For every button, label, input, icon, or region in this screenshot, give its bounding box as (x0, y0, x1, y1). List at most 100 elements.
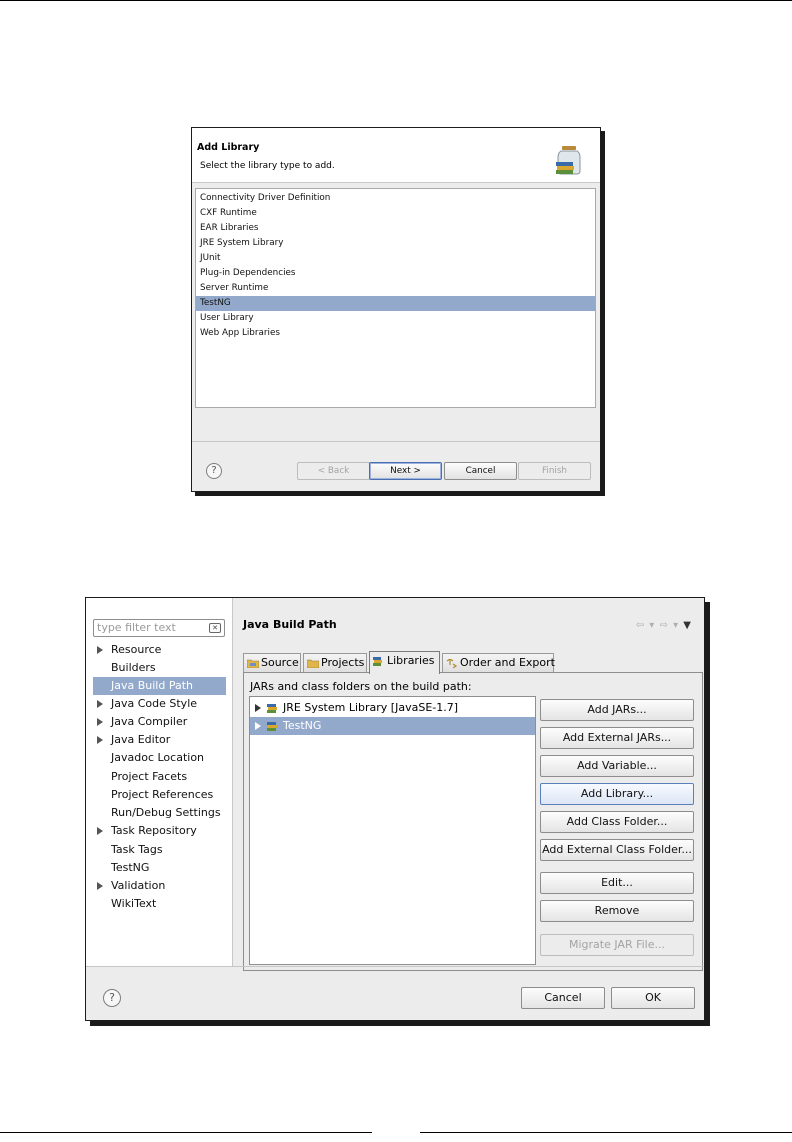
expand-arrow-icon[interactable] (97, 882, 103, 890)
forward-menu-icon[interactable]: ▾ (669, 620, 683, 631)
list-item[interactable]: User Library (196, 311, 595, 326)
list-item[interactable]: CXF Runtime (196, 206, 595, 221)
dialog-header: Add Library Select the library type to a… (192, 128, 600, 183)
filter-input[interactable]: type filter text ✕ (93, 619, 225, 637)
nav-item-label: Java Code Style (111, 697, 198, 710)
expand-arrow-icon[interactable] (255, 704, 261, 712)
nav-item-project-references[interactable]: Project References (93, 786, 226, 804)
tab-label: Order and Export (460, 656, 555, 669)
panel-label: JARs and class folders on the build path… (250, 680, 472, 693)
library-type-list[interactable]: Connectivity Driver Definition CXF Runti… (195, 188, 596, 408)
next-button[interactable]: Next > (369, 462, 442, 480)
nav-item-label: Builders (111, 661, 156, 674)
tab-order-and-export[interactable]: Order and Export (442, 653, 555, 673)
nav-item-builders[interactable]: Builders (93, 659, 226, 677)
build-path-libraries-tree[interactable]: JRE System Library [JavaSE-1.7] TestNG (249, 696, 536, 965)
nav-item-label: Task Tags (111, 843, 163, 856)
add-variable-button[interactable]: Add Variable... (540, 755, 694, 777)
nav-item-wikitext[interactable]: WikiText (93, 895, 226, 913)
libraries-icon (373, 657, 382, 666)
page-bottom-rule-left (0, 1132, 372, 1133)
tree-row-testng[interactable]: TestNG (250, 717, 535, 735)
nav-item-java-code-style[interactable]: Java Code Style (93, 695, 226, 713)
nav-item-resource[interactable]: Resource (93, 641, 226, 659)
clear-filter-icon[interactable]: ✕ (209, 623, 221, 633)
back-button[interactable]: < Back (297, 462, 370, 480)
add-library-dialog: Add Library Select the library type to a… (191, 127, 601, 492)
nav-item-label: Project References (111, 788, 214, 801)
cancel-button[interactable]: Cancel (521, 987, 605, 1009)
list-item[interactable]: Server Runtime (196, 281, 595, 296)
library-jar-icon (556, 146, 581, 175)
tab-projects[interactable]: Projects (303, 653, 367, 673)
help-icon[interactable]: ? (206, 463, 222, 479)
expand-arrow-icon[interactable] (97, 736, 103, 744)
list-item[interactable]: EAR Libraries (196, 221, 595, 236)
view-menu-icon[interactable]: ▼ (683, 620, 692, 631)
back-menu-icon[interactable]: ▾ (645, 620, 659, 631)
nav-item-label: Validation (111, 879, 166, 892)
nav-item-label: WikiText (111, 897, 157, 910)
nav-item-javadoc-location[interactable]: Javadoc Location (93, 749, 226, 767)
properties-dialog: type filter text ✕ Resource Builders Jav… (85, 597, 705, 1021)
list-item-selected[interactable]: TestNG (196, 296, 595, 311)
nav-item-label: TestNG (111, 861, 150, 874)
expand-arrow-icon[interactable] (97, 827, 103, 835)
nav-item-validation[interactable]: Validation (93, 877, 226, 895)
forward-arrow-icon[interactable]: ⇨ (660, 620, 669, 631)
nav-item-testng[interactable]: TestNG (93, 859, 226, 877)
remove-button[interactable]: Remove (540, 900, 694, 922)
order-export-icon (446, 659, 458, 668)
nav-item-label: Java Editor (111, 733, 171, 746)
expand-arrow-icon[interactable] (97, 646, 103, 654)
libraries-panel: JARs and class folders on the build path… (243, 672, 703, 971)
expand-arrow-icon[interactable] (97, 700, 103, 708)
edit-button[interactable]: Edit... (540, 872, 694, 894)
nav-item-label: Java Build Path (111, 679, 194, 692)
nav-item-run-debug-settings[interactable]: Run/Debug Settings (93, 804, 226, 822)
page-bottom-rule-right (420, 1132, 792, 1133)
list-item[interactable]: JUnit (196, 251, 595, 266)
projects-icon (307, 659, 319, 668)
tree-row-jre-system-library[interactable]: JRE System Library [JavaSE-1.7] (250, 699, 535, 717)
expand-arrow-icon[interactable] (255, 722, 261, 730)
nav-item-label: Java Compiler (111, 715, 188, 728)
list-item[interactable]: Plug-in Dependencies (196, 266, 595, 281)
nav-item-task-repository[interactable]: Task Repository (93, 822, 226, 840)
tree-row-label: TestNG (283, 719, 322, 732)
nav-item-task-tags[interactable]: Task Tags (93, 841, 226, 859)
add-library-button[interactable]: Add Library... (540, 783, 694, 805)
finish-button[interactable]: Finish (518, 462, 591, 480)
list-item[interactable]: Web App Libraries (196, 326, 595, 341)
back-arrow-icon[interactable]: ⇦ (636, 620, 645, 631)
cancel-button[interactable]: Cancel (444, 462, 517, 480)
list-item[interactable]: Connectivity Driver Definition (196, 191, 595, 206)
library-icon (267, 704, 277, 713)
nav-item-label: Run/Debug Settings (111, 806, 221, 819)
ok-button[interactable]: OK (611, 987, 695, 1009)
tab-label: Source (261, 656, 299, 669)
add-jars-button[interactable]: Add JARs... (540, 699, 694, 721)
add-external-class-folder-button[interactable]: Add External Class Folder... (540, 839, 694, 861)
properties-nav-pane: type filter text ✕ Resource Builders Jav… (86, 598, 233, 966)
tab-label: Libraries (387, 654, 435, 667)
history-nav: ⇦ ▾ ⇨ ▾ ▼ (636, 620, 692, 631)
expand-arrow-icon[interactable] (97, 718, 103, 726)
tab-source[interactable]: Source (243, 653, 301, 673)
help-icon[interactable]: ? (103, 989, 121, 1007)
source-folder-icon (247, 659, 259, 668)
add-class-folder-button[interactable]: Add Class Folder... (540, 811, 694, 833)
nav-item-java-compiler[interactable]: Java Compiler (93, 713, 226, 731)
nav-item-java-editor[interactable]: Java Editor (93, 731, 226, 749)
dialog-subtitle: Select the library type to add. (200, 161, 335, 171)
nav-item-label: Resource (111, 643, 162, 656)
nav-item-java-build-path[interactable]: Java Build Path (93, 677, 226, 695)
list-item[interactable]: JRE System Library (196, 236, 595, 251)
filter-placeholder: type filter text (97, 621, 176, 634)
tab-libraries[interactable]: Libraries (369, 651, 440, 674)
migrate-jar-file-button[interactable]: Migrate JAR File... (540, 934, 694, 956)
nav-item-project-facets[interactable]: Project Facets (93, 768, 226, 786)
library-icon (267, 722, 277, 731)
add-external-jars-button[interactable]: Add External JARs... (540, 727, 694, 749)
page-top-rule (0, 0, 792, 1)
